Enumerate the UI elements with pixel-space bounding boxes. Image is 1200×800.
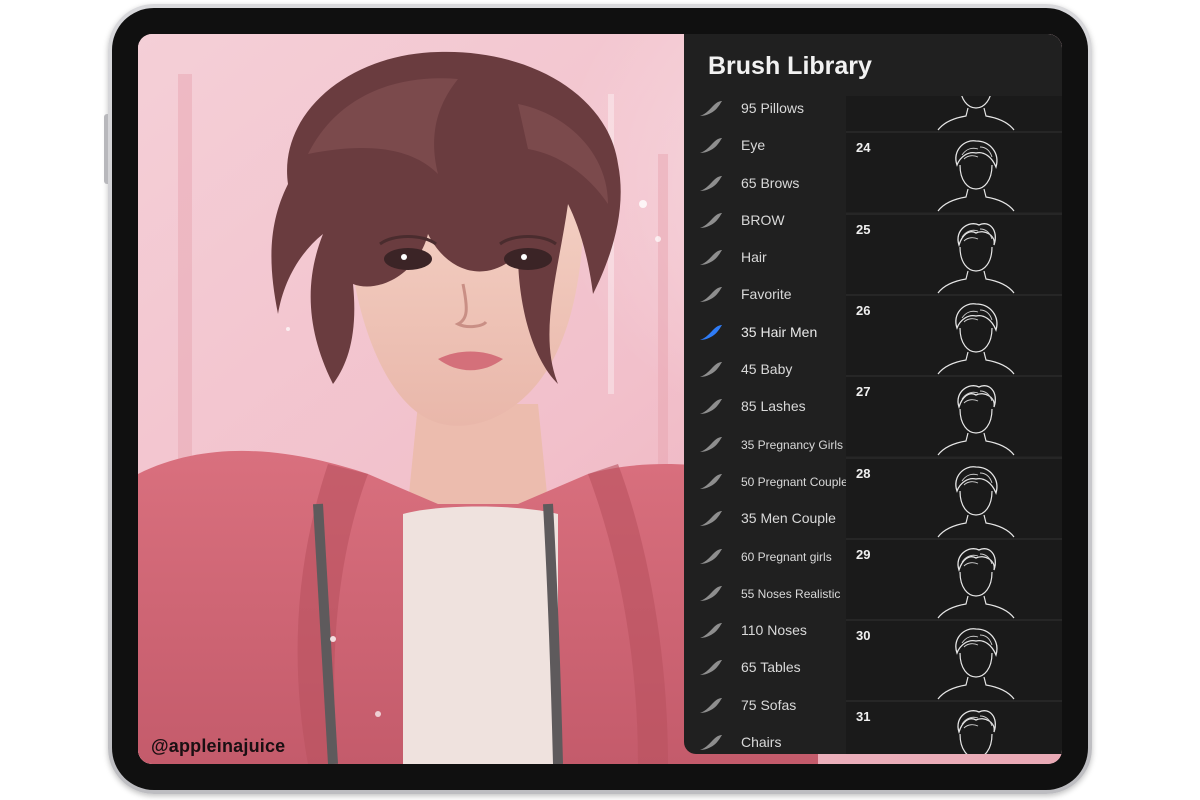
brush-set-item[interactable]: 75 Sofas [684, 687, 844, 724]
brush-set-label: Hair [741, 249, 767, 266]
brush-card[interactable]: 27 [846, 375, 1062, 457]
brush-set-label: Favorite [741, 286, 792, 303]
brush-set-item[interactable]: Chairs [684, 724, 844, 761]
brush-stroke-icon [700, 324, 722, 340]
hair-brush-preview-icon [937, 96, 1015, 131]
hair-brush-preview-icon [937, 465, 1015, 537]
brush-card[interactable]: 26 [846, 293, 1062, 375]
brush-stroke-icon [700, 287, 722, 303]
brush-set-label: 65 Tables [741, 659, 801, 676]
hair-brush-preview-icon [937, 140, 1015, 212]
side-button [104, 114, 108, 184]
brush-set-label: BROW [741, 211, 785, 228]
brush-library-panel: Brush Library 95 Pillows Eye 65 Brows BROW H… [684, 34, 1062, 754]
brush-set-item[interactable]: 35 Hair Men [684, 314, 844, 351]
brush-number: 31 [856, 709, 871, 725]
hair-brush-preview-icon [957, 710, 996, 754]
brush-set-label: 35 Men Couple [741, 510, 836, 527]
brush-stroke-icon [700, 548, 722, 564]
brush-set-label: 85 Lashes [741, 398, 806, 415]
hair-brush-preview-icon [937, 385, 1015, 456]
brush-set-label: 110 Noses [741, 622, 807, 639]
brush-sets-list: 95 Pillows Eye 65 Brows BROW Hair Favorite 35 … [684, 90, 848, 761]
brush-set-item[interactable]: Eye [684, 127, 844, 164]
brush-set-item[interactable]: Hair [684, 239, 844, 276]
brush-set-item[interactable]: Favorite [684, 276, 844, 313]
brush-stroke-icon [700, 362, 722, 378]
brush-set-label: 50 Pregnant Couple [741, 474, 848, 489]
brush-number: 27 [856, 384, 871, 400]
brush-stroke-icon [700, 399, 722, 415]
brush-stroke-icon [700, 436, 722, 452]
brush-set-item[interactable]: 65 Tables [684, 649, 844, 686]
hair-brush-preview-icon [937, 222, 1015, 293]
brush-set-label: 65 Brows [741, 174, 800, 191]
brush-set-item[interactable]: 50 Pregnant Couple [684, 463, 848, 500]
brush-stroke-icon [700, 697, 722, 713]
watermark-text: @appleinajuice [151, 736, 286, 756]
brush-card[interactable]: 24 [846, 131, 1062, 213]
brush-set-label: 35 Hair Men [741, 323, 818, 340]
brush-stroke-icon [700, 101, 722, 116]
brush-set-label: 35 Pregnancy Girls [741, 437, 844, 452]
panel-title: Brush Library [708, 52, 872, 80]
brush-set-label: Eye [741, 137, 766, 154]
brush-set-item[interactable]: 45 Baby [684, 351, 844, 388]
brush-set-label: 55 Noses Realistic [741, 586, 841, 601]
hair-brush-preview-icon [937, 303, 1015, 375]
brush-set-label: Chairs [741, 734, 782, 751]
brush-card[interactable]: 28 [846, 456, 1062, 538]
brush-stroke-icon [700, 585, 722, 601]
brush-set-item[interactable]: 85 Lashes [684, 388, 844, 425]
brush-stroke-icon [700, 511, 722, 527]
brush-set-item[interactable]: 110 Noses [684, 612, 844, 649]
brush-set-item[interactable]: 35 Men Couple [684, 500, 844, 537]
hair-brush-preview-icon [937, 547, 1015, 619]
brush-number: 30 [856, 628, 871, 644]
brush-set-item[interactable]: 35 Pregnancy Girls [684, 426, 844, 463]
brush-number: 24 [856, 140, 871, 156]
brush-set-item[interactable]: 95 Pillows [684, 90, 844, 127]
brush-card[interactable] [846, 96, 1062, 131]
brush-number: 28 [856, 465, 871, 481]
brush-stroke-icon [700, 138, 722, 154]
brush-set-item[interactable]: BROW [684, 202, 844, 239]
brush-set-label: 75 Sofas [741, 696, 797, 713]
brush-set-item[interactable]: 65 Brows [684, 165, 844, 202]
brush-set-label: 60 Pregnant girls [741, 549, 832, 564]
brush-stroke-icon [700, 250, 722, 266]
brush-stroke-icon [700, 473, 722, 489]
brush-set-item[interactable]: 55 Noses Realistic [684, 575, 844, 612]
brush-card[interactable]: 25 [846, 212, 1062, 294]
brush-set-item[interactable]: 60 Pregnant girls [684, 538, 844, 575]
brushes-list: 24 25 26 27 28 29 30 31 [846, 96, 1062, 754]
brush-card[interactable]: 30 [846, 619, 1062, 701]
brush-number: 29 [856, 546, 871, 562]
brush-card[interactable]: 29 [846, 537, 1062, 619]
brush-number: 26 [856, 302, 871, 318]
screen: @appleinajuice Brush Library 95 Pillows E… [138, 34, 1062, 764]
brush-number: 25 [856, 221, 871, 237]
brush-stroke-icon [700, 623, 722, 639]
brush-stroke-icon [700, 212, 722, 228]
brush-set-label: 95 Pillows [741, 100, 805, 116]
brush-stroke-icon [700, 735, 722, 751]
hair-brush-preview-icon [937, 628, 1015, 700]
brush-set-label: 45 Baby [741, 361, 793, 378]
brush-stroke-icon [700, 175, 722, 191]
brush-card[interactable]: 31 [846, 700, 1062, 754]
brush-stroke-icon [700, 660, 722, 676]
